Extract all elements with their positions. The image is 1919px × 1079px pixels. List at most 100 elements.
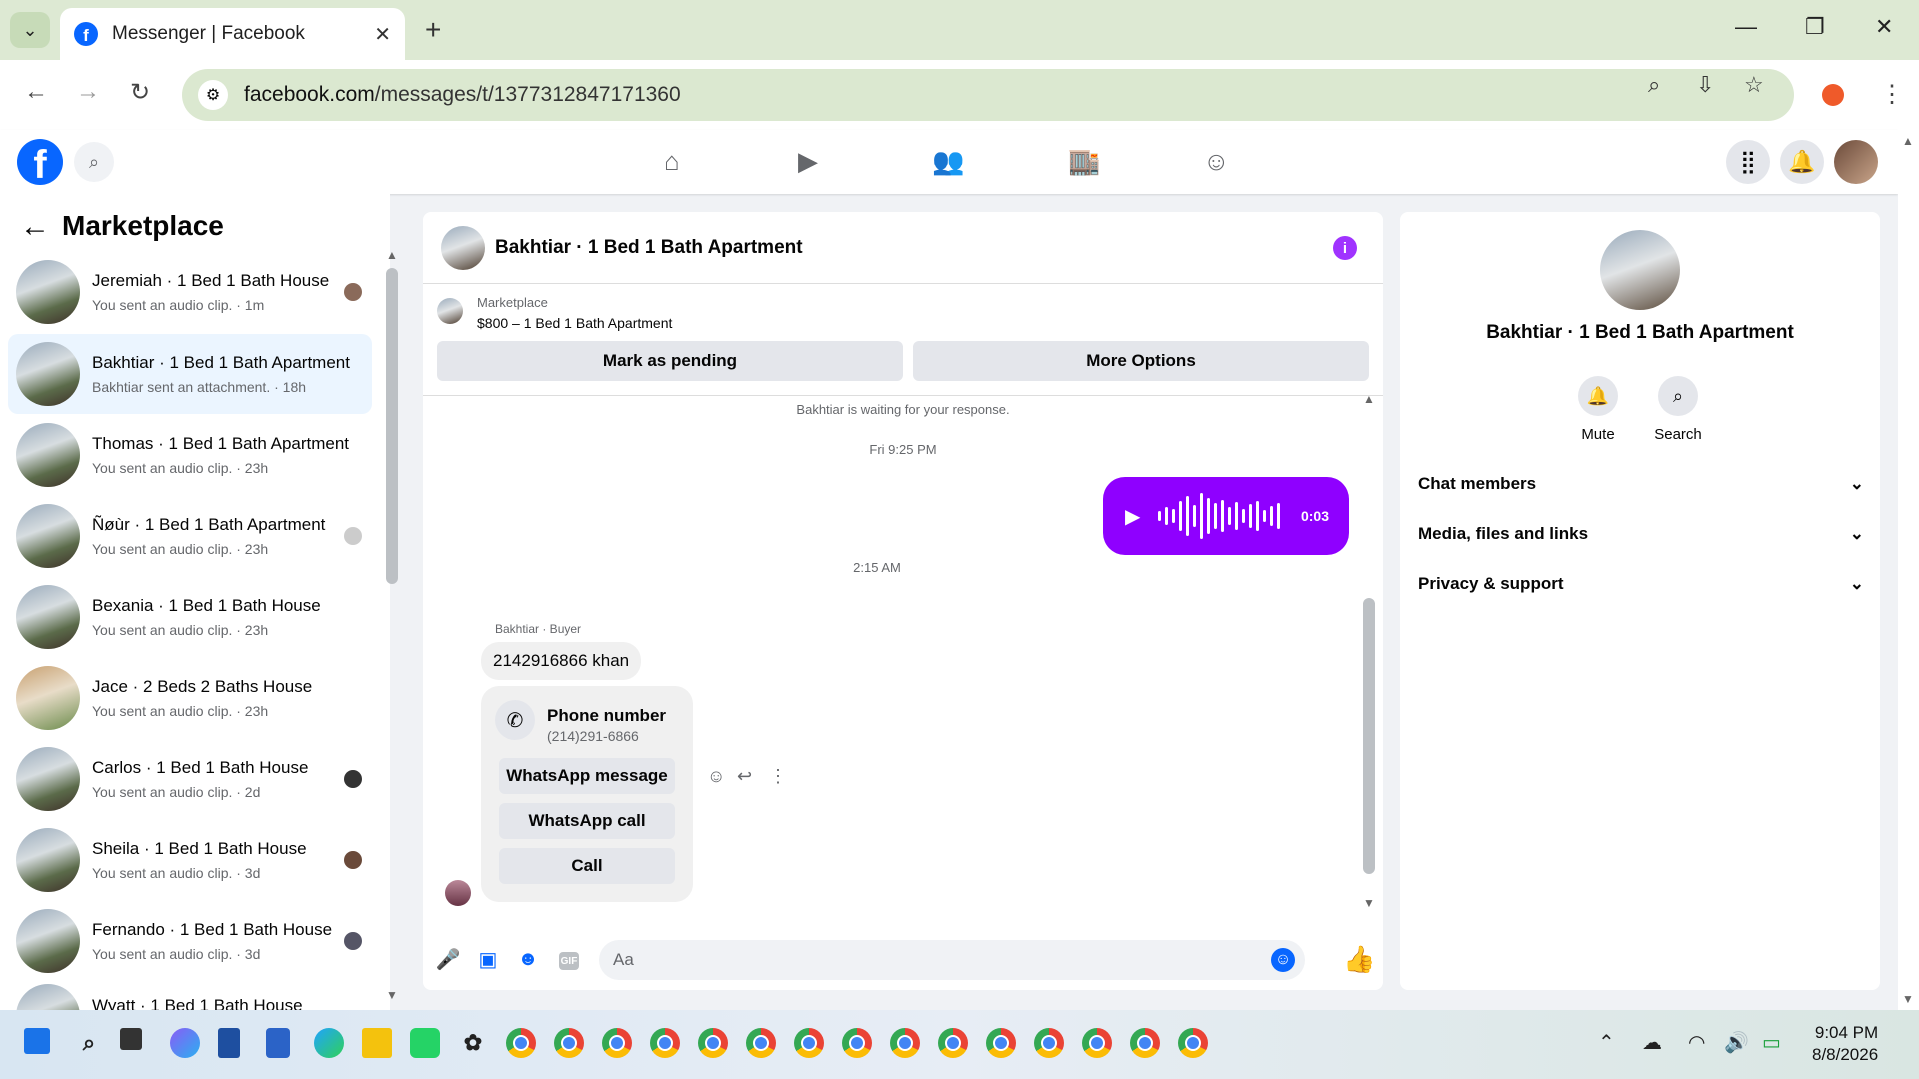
friends-icon[interactable]: 👥 [932, 146, 964, 177]
groups-icon[interactable]: ☺ [1203, 146, 1230, 177]
scroll-down-icon[interactable]: ▼ [1902, 992, 1914, 1006]
menu-grid-icon[interactable]: ⣿ [1726, 140, 1770, 184]
site-info-icon[interactable]: ⚙ [198, 80, 228, 110]
search-icon[interactable]: ⌕ [1658, 376, 1698, 416]
whatsapp-message-button[interactable]: WhatsApp message [499, 758, 675, 794]
chrome-icon[interactable] [650, 1028, 680, 1058]
extension-icon[interactable] [1822, 84, 1844, 106]
system-clock[interactable]: 9:04 PM 8/8/2026 [1812, 1022, 1878, 1066]
more-actions-icon[interactable]: ⋮ [769, 766, 787, 787]
install-app-icon[interactable]: ⇩ [1696, 72, 1714, 98]
chatgpt-icon[interactable]: ✿ [458, 1028, 488, 1058]
react-emoji-icon[interactable]: ☺ [707, 766, 725, 787]
back-arrow-icon[interactable]: ← [20, 210, 50, 244]
thumbs-up-icon[interactable]: 👍 [1343, 944, 1375, 975]
forward-icon[interactable]: → [76, 78, 100, 106]
conversation-item[interactable]: Ñøùr · 1 Bed 1 Bath Apartment You sent an… [8, 496, 372, 576]
task-view-icon[interactable] [120, 1028, 142, 1050]
scroll-up-icon[interactable]: ▲ [1902, 134, 1914, 148]
section-media-files-links[interactable]: Media, files and links ⌄ [1418, 524, 1864, 544]
chat-avatar[interactable] [441, 226, 485, 270]
play-icon[interactable]: ▶ [1125, 504, 1140, 529]
scrollbar-thumb[interactable] [1363, 598, 1375, 874]
facebook-logo-icon[interactable]: f [17, 139, 63, 185]
page-scrollbar[interactable]: ▲ ▼ [1898, 130, 1919, 1010]
message-input[interactable]: Aa ☺ [599, 940, 1305, 980]
conversation-item-active[interactable]: Bakhtiar · 1 Bed 1 Bath Apartment Bakhtia… [8, 334, 372, 414]
edge-icon[interactable] [314, 1028, 344, 1058]
conversation-item[interactable]: Fernando · 1 Bed 1 Bath House You sent an… [8, 901, 372, 981]
search-icon[interactable]: ⌕ [74, 142, 114, 182]
chrome-icon[interactable] [1178, 1028, 1208, 1058]
close-tab-icon[interactable]: ✕ [374, 22, 391, 47]
browser-tab[interactable]: f Messenger | Facebook ✕ [60, 8, 405, 60]
scroll-down-icon[interactable]: ▼ [1363, 896, 1375, 910]
info-icon[interactable]: i [1333, 236, 1357, 260]
chrome-icon[interactable] [842, 1028, 872, 1058]
conversation-item[interactable]: Bexania · 1 Bed 1 Bath House You sent an … [8, 577, 372, 657]
profile-avatar[interactable] [1834, 140, 1878, 184]
chrome-icon-active[interactable] [698, 1028, 728, 1058]
show-hidden-icons-chevron-icon[interactable]: ⌃ [1598, 1030, 1615, 1055]
reply-icon[interactable]: ↩ [737, 766, 752, 787]
search-icon[interactable]: ⌕ [74, 1028, 104, 1058]
listing-price[interactable]: $800 – 1 Bed 1 Bath Apartment [477, 315, 672, 331]
close-window-icon[interactable]: ✕ [1875, 14, 1893, 40]
audio-message[interactable]: ▶ 0:03 [1103, 477, 1349, 555]
chrome-icon[interactable] [602, 1028, 632, 1058]
bookmark-star-icon[interactable]: ☆ [1744, 72, 1764, 98]
tab-search-chevron-icon[interactable]: ⌄ [10, 12, 50, 48]
sender-avatar[interactable] [445, 880, 471, 906]
search-action[interactable]: ⌕ Search [1638, 376, 1718, 443]
minimize-icon[interactable]: — [1735, 14, 1757, 40]
scroll-down-icon[interactable]: ▼ [386, 988, 398, 1002]
chrome-icon[interactable] [938, 1028, 968, 1058]
omnibox[interactable]: ⚙ facebook.com/messages/t/13773128471713… [182, 69, 1794, 121]
whatsapp-call-button[interactable]: WhatsApp call [499, 803, 675, 839]
whatsapp-icon[interactable] [410, 1028, 440, 1058]
chrome-icon[interactable] [746, 1028, 776, 1058]
url-text[interactable]: facebook.com/messages/t/1377312847171360 [244, 83, 681, 107]
restore-icon[interactable]: ❐ [1805, 14, 1825, 40]
store-icon[interactable] [266, 1028, 290, 1058]
notifications-bell-icon[interactable]: 🔔 [1780, 140, 1824, 184]
conversation-item[interactable]: Carlos · 1 Bed 1 Bath House You sent an a… [8, 739, 372, 819]
gif-icon[interactable]: GIF [559, 952, 579, 970]
chat-scrollbar[interactable]: ▲ ▼ [1363, 392, 1375, 910]
chrome-icon[interactable] [506, 1028, 536, 1058]
sticker-icon[interactable]: ☻ [517, 948, 539, 970]
chrome-icon[interactable] [1034, 1028, 1064, 1058]
battery-charging-icon[interactable]: ▭ [1762, 1030, 1781, 1055]
reload-icon[interactable]: ↻ [130, 78, 150, 107]
emoji-icon[interactable]: ☺ [1271, 948, 1295, 972]
file-explorer-icon[interactable] [362, 1028, 392, 1058]
chrome-icon[interactable] [554, 1028, 584, 1058]
chrome-icon[interactable] [794, 1028, 824, 1058]
scrollbar-thumb[interactable] [386, 268, 398, 584]
conversation-item[interactable]: Sheila · 1 Bed 1 Bath House You sent an a… [8, 820, 372, 900]
onedrive-cloud-icon[interactable]: ☁ [1642, 1030, 1662, 1055]
copilot-icon[interactable] [170, 1028, 200, 1058]
windows-start-icon[interactable] [24, 1028, 50, 1054]
conversation-item[interactable]: Wyatt · 1 Bed 1 Bath House [8, 982, 372, 1010]
chrome-icon[interactable] [890, 1028, 920, 1058]
chrome-icon[interactable] [986, 1028, 1016, 1058]
chrome-icon[interactable] [1082, 1028, 1112, 1058]
call-button[interactable]: Call [499, 848, 675, 884]
photo-icon[interactable]: ▣ [477, 948, 499, 971]
details-avatar[interactable] [1600, 230, 1680, 310]
scroll-up-icon[interactable]: ▲ [386, 248, 398, 262]
browser-menu-icon[interactable]: ⋮ [1880, 80, 1904, 109]
scroll-up-icon[interactable]: ▲ [1363, 392, 1375, 406]
section-privacy-support[interactable]: Privacy & support ⌄ [1418, 574, 1864, 594]
back-icon[interactable]: ← [24, 78, 48, 106]
wifi-icon[interactable]: ◠ [1688, 1030, 1705, 1055]
bell-icon[interactable]: 🔔 [1578, 376, 1618, 416]
marketplace-icon[interactable]: 🏬 [1068, 146, 1100, 177]
zoom-icon[interactable]: ⌕ [1648, 72, 1660, 98]
home-icon[interactable]: ⌂ [664, 146, 680, 177]
chrome-icon[interactable] [1130, 1028, 1160, 1058]
microphone-icon[interactable]: 🎤 [436, 948, 461, 971]
volume-icon[interactable]: 🔊 [1724, 1030, 1749, 1055]
section-chat-members[interactable]: Chat members ⌄ [1418, 474, 1864, 494]
